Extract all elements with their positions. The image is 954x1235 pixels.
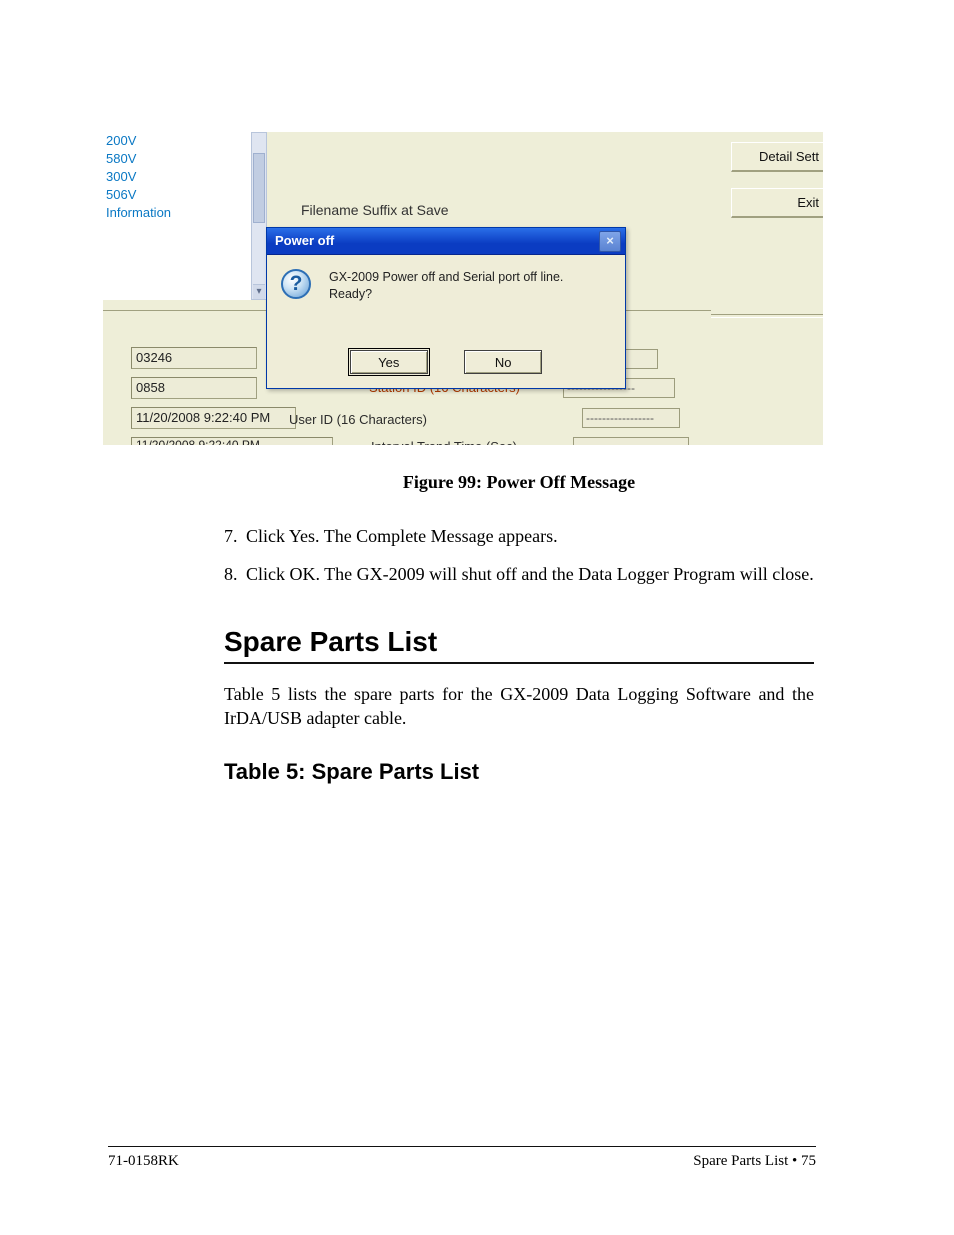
user-id-label: User ID (16 Characters) [289,412,427,427]
tree-item[interactable]: 580V [106,150,261,168]
tree-item[interactable]: 506V [106,186,261,204]
app-window-crop: 200V 580V 300V 506V Information ▾ Filena… [103,132,823,445]
station-field: 0858 [131,377,257,399]
step-number: 7. [224,524,246,548]
section-paragraph: Table 5 lists the spare parts for the GX… [224,682,814,730]
figure-caption: Figure 99: Power Off Message [224,470,814,494]
scrollbar-thumb[interactable] [253,153,265,223]
tree-scrollbar[interactable]: ▾ [251,132,267,300]
datetime-field-2: 11/20/2008 9:22:40 PM [131,437,333,445]
close-icon[interactable]: × [599,231,621,252]
tree-item[interactable]: Information [106,204,261,222]
filename-suffix-label: Filename Suffix at Save [301,202,449,218]
dialog-button-row: Yes No [267,350,625,374]
dialog-title: Power off [275,233,334,248]
tree-item[interactable]: 200V [106,132,261,150]
step-text: Click Yes. The Complete Message appears. [246,524,814,548]
interval-trend-label: Interval Trend Time (Sec) [371,439,517,445]
dialog-titlebar[interactable]: Power off × [267,228,625,255]
panel-divider [711,314,823,318]
serial-field: 03246 [131,347,257,369]
step-text: Click OK. The GX-2009 will shut off and … [246,562,814,586]
datetime-field: 11/20/2008 9:22:40 PM [131,407,296,429]
no-button[interactable]: No [464,350,542,374]
yes-button[interactable]: Yes [350,350,428,374]
dialog-message-line2: Ready? [329,286,609,303]
scrollbar-arrow-down-icon[interactable]: ▾ [253,284,265,299]
step-7: 7. Click Yes. The Complete Message appea… [224,524,814,548]
tree-item[interactable]: 300V [106,168,261,186]
detail-settings-button[interactable]: Detail Sett [731,142,823,172]
page-footer: 71-0158RK Spare Parts List • 75 [108,1146,816,1173]
exit-button[interactable]: Exit [731,188,823,218]
power-off-dialog: Power off × ? GX-2009 Power off and Seri… [266,227,626,389]
section-rule [224,662,814,664]
section-heading: Spare Parts List [224,630,814,654]
interval-input[interactable] [573,437,689,445]
step-number: 8. [224,562,246,586]
dialog-body: ? GX-2009 Power off and Serial port off … [267,255,625,331]
dialog-message-line1: GX-2009 Power off and Serial port off li… [329,269,609,286]
user-id-input[interactable]: ----------------- [582,408,680,428]
question-icon: ? [281,269,311,299]
step-8: 8. Click OK. The GX-2009 will shut off a… [224,562,814,586]
footer-left: 71-0158RK [108,1153,179,1170]
table-heading: Table 5: Spare Parts List [224,760,814,784]
footer-right: Spare Parts List • 75 [693,1153,816,1170]
tree-panel: 200V 580V 300V 506V Information [103,132,262,300]
document-body: Figure 99: Power Off Message 7. Click Ye… [224,470,814,786]
